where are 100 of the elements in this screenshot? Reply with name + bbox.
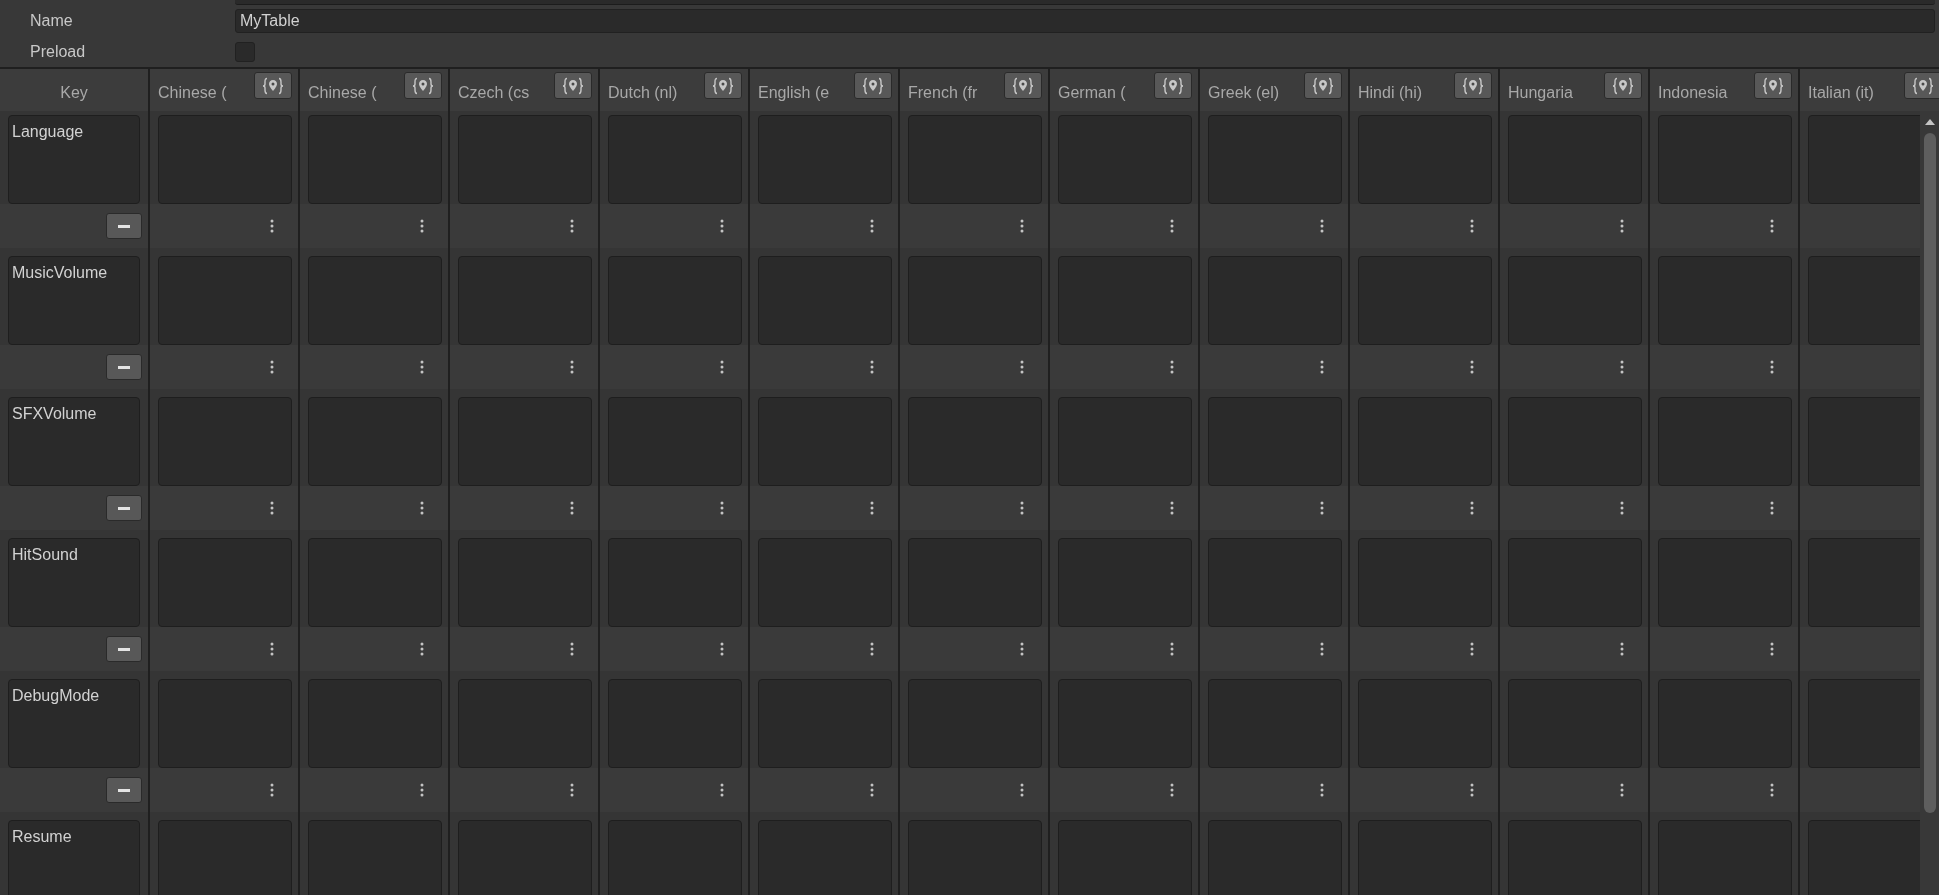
more-options-icon[interactable] (1020, 360, 1024, 374)
more-options-icon[interactable] (870, 219, 874, 233)
more-options-icon[interactable] (1170, 642, 1174, 656)
translation-field[interactable] (458, 397, 592, 486)
translation-field[interactable] (458, 115, 592, 204)
more-options-icon[interactable] (1770, 360, 1774, 374)
translation-field[interactable] (308, 115, 442, 204)
column-options-button[interactable] (704, 72, 742, 99)
key-field[interactable]: Resume (8, 820, 140, 895)
more-options-icon[interactable] (1020, 219, 1024, 233)
translation-field[interactable] (158, 115, 292, 204)
more-options-icon[interactable] (1170, 783, 1174, 797)
more-options-icon[interactable] (270, 501, 274, 515)
column-options-button[interactable] (254, 72, 292, 99)
more-options-icon[interactable] (1170, 501, 1174, 515)
translation-field[interactable] (1658, 397, 1792, 486)
translation-field[interactable] (1058, 679, 1192, 768)
more-options-icon[interactable] (1470, 642, 1474, 656)
translation-field[interactable] (1058, 115, 1192, 204)
translation-field[interactable] (458, 256, 592, 345)
translation-field[interactable] (1058, 256, 1192, 345)
scroll-up-icon[interactable] (1924, 119, 1935, 125)
translation-field[interactable] (1808, 397, 1920, 486)
translation-field[interactable] (1508, 115, 1642, 204)
translation-field[interactable] (908, 115, 1042, 204)
translation-field[interactable] (608, 679, 742, 768)
translation-field[interactable] (1358, 256, 1492, 345)
key-field[interactable]: SFXVolume (8, 397, 140, 486)
translation-field[interactable] (1358, 679, 1492, 768)
translation-field[interactable] (758, 115, 892, 204)
more-options-icon[interactable] (270, 219, 274, 233)
more-options-icon[interactable] (570, 642, 574, 656)
scrollbar-thumb[interactable] (1923, 133, 1936, 813)
more-options-icon[interactable] (1320, 501, 1324, 515)
translation-field[interactable] (1358, 397, 1492, 486)
translation-field[interactable] (758, 256, 892, 345)
more-options-icon[interactable] (570, 360, 574, 374)
translation-field[interactable] (1808, 115, 1920, 204)
translation-field[interactable] (1358, 538, 1492, 627)
more-options-icon[interactable] (1620, 783, 1624, 797)
translation-field[interactable] (158, 679, 292, 768)
more-options-icon[interactable] (1620, 219, 1624, 233)
translation-field[interactable] (608, 538, 742, 627)
more-options-icon[interactable] (720, 501, 724, 515)
more-options-icon[interactable] (1170, 219, 1174, 233)
more-options-icon[interactable] (420, 783, 424, 797)
more-options-icon[interactable] (1470, 783, 1474, 797)
translation-field[interactable] (1658, 256, 1792, 345)
translation-field[interactable] (1058, 397, 1192, 486)
translation-field[interactable] (308, 256, 442, 345)
translation-field[interactable] (1358, 115, 1492, 204)
more-options-icon[interactable] (1620, 642, 1624, 656)
remove-row-button[interactable] (106, 636, 142, 662)
translation-field[interactable] (758, 397, 892, 486)
translation-field[interactable] (758, 538, 892, 627)
translation-field[interactable] (908, 538, 1042, 627)
more-options-icon[interactable] (1020, 501, 1024, 515)
more-options-icon[interactable] (1320, 219, 1324, 233)
more-options-icon[interactable] (720, 360, 724, 374)
more-options-icon[interactable] (1170, 360, 1174, 374)
column-options-button[interactable] (854, 72, 892, 99)
translation-field[interactable] (908, 256, 1042, 345)
key-field[interactable]: DebugMode (8, 679, 140, 768)
column-options-button[interactable] (554, 72, 592, 99)
translation-field[interactable] (1808, 538, 1920, 627)
translation-field[interactable] (1508, 397, 1642, 486)
remove-row-button[interactable] (106, 495, 142, 521)
translation-field[interactable] (1208, 538, 1342, 627)
translation-field[interactable] (458, 538, 592, 627)
translation-field[interactable] (308, 679, 442, 768)
translation-field[interactable] (1058, 538, 1192, 627)
translation-field[interactable] (908, 397, 1042, 486)
key-field[interactable]: HitSound (8, 538, 140, 627)
more-options-icon[interactable] (720, 783, 724, 797)
column-options-button[interactable] (1604, 72, 1642, 99)
more-options-icon[interactable] (1020, 642, 1024, 656)
more-options-icon[interactable] (420, 501, 424, 515)
more-options-icon[interactable] (270, 642, 274, 656)
translation-field[interactable] (908, 679, 1042, 768)
translation-field[interactable] (1658, 538, 1792, 627)
translation-field[interactable] (1208, 679, 1342, 768)
column-options-button[interactable] (404, 72, 442, 99)
column-options-button[interactable] (1904, 72, 1939, 99)
more-options-icon[interactable] (420, 642, 424, 656)
translation-field[interactable] (158, 538, 292, 627)
more-options-icon[interactable] (1470, 360, 1474, 374)
remove-row-button[interactable] (106, 354, 142, 380)
more-options-icon[interactable] (870, 501, 874, 515)
name-field[interactable]: MyTable (235, 9, 1935, 33)
more-options-icon[interactable] (870, 642, 874, 656)
more-options-icon[interactable] (1470, 219, 1474, 233)
column-options-button[interactable] (1754, 72, 1792, 99)
more-options-icon[interactable] (1620, 501, 1624, 515)
translation-field[interactable] (1508, 538, 1642, 627)
more-options-icon[interactable] (870, 783, 874, 797)
more-options-icon[interactable] (420, 360, 424, 374)
translation-field[interactable] (458, 679, 592, 768)
more-options-icon[interactable] (720, 219, 724, 233)
more-options-icon[interactable] (1770, 501, 1774, 515)
more-options-icon[interactable] (1320, 642, 1324, 656)
